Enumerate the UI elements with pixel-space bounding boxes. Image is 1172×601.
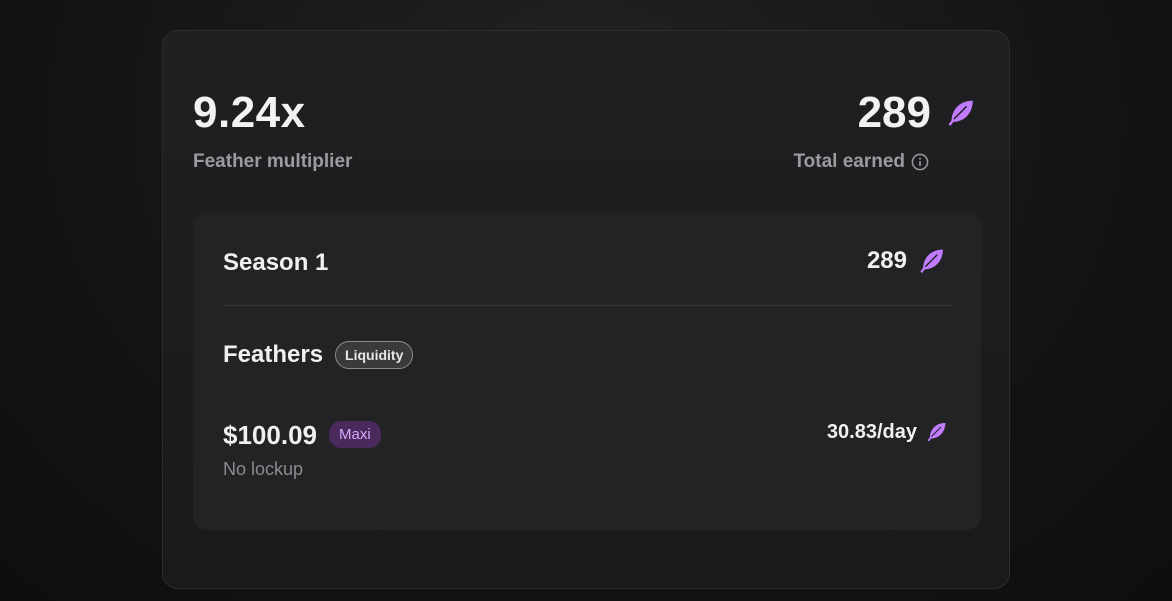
season-title: Season 1 bbox=[223, 249, 329, 276]
position-amount: $100.09 bbox=[223, 419, 317, 450]
total-earned-label-row: Total earned bbox=[793, 152, 929, 171]
feather-icon bbox=[917, 245, 945, 277]
season-total-row: 289 bbox=[867, 245, 945, 277]
feather-icon bbox=[945, 96, 975, 130]
multiplier-label: Feather multiplier bbox=[193, 151, 353, 172]
feather-summary-card: 9.24x Feather multiplier 289 Total earne… bbox=[162, 30, 1010, 589]
divider bbox=[223, 305, 951, 306]
feathers-header: Feathers Liquidity bbox=[223, 341, 414, 369]
multiplier-value: 9.24x bbox=[193, 88, 306, 137]
earn-rate: 30.83/day bbox=[826, 421, 917, 443]
total-earned-label: Total earned bbox=[793, 151, 905, 172]
season-panel: Season 1 289 Feathers Liquidity $100.09 … bbox=[193, 213, 981, 530]
earn-rate-row: 30.83/day bbox=[827, 419, 947, 445]
total-earned-value: 289 bbox=[857, 88, 931, 137]
season-total-value: 289 bbox=[866, 247, 907, 274]
position-amount-row: $100.09 Maxi bbox=[223, 421, 381, 448]
feather-icon bbox=[925, 419, 947, 445]
total-earned-row: 289 bbox=[858, 91, 975, 135]
feathers-title: Feathers bbox=[223, 341, 324, 368]
maxi-badge: Maxi bbox=[328, 421, 381, 448]
lockup-status: No lockup bbox=[223, 459, 304, 479]
liquidity-badge: Liquidity bbox=[335, 341, 414, 369]
info-icon[interactable] bbox=[911, 153, 929, 171]
